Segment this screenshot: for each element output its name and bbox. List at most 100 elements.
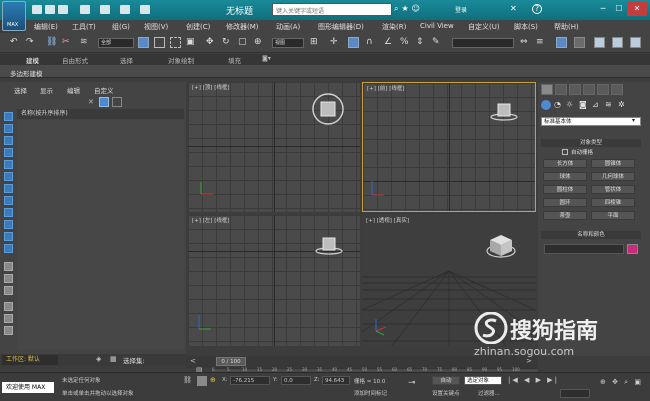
cameras-icon[interactable]: ◙: [579, 100, 587, 109]
reference-coordinate-dropdown[interactable]: 视图: [272, 38, 304, 48]
bind-space-warp-icon[interactable]: ≋: [80, 37, 91, 48]
link-icon[interactable]: ⛓: [46, 37, 57, 48]
search-input[interactable]: 键入关键字或短语: [272, 3, 392, 16]
menu-views[interactable]: 视图(V): [144, 22, 168, 32]
menu-customize[interactable]: 自定义(U): [468, 22, 500, 32]
snaps-toggle-icon[interactable]: ∩: [366, 37, 377, 48]
auto-key-button[interactable]: 自动: [432, 376, 460, 385]
box-button[interactable]: 长方体: [543, 159, 587, 168]
selection-set-icon[interactable]: ▦: [110, 355, 120, 365]
window-crossing-icon[interactable]: ▣: [186, 37, 197, 48]
explorer-object-list[interactable]: [17, 120, 184, 350]
new-file-icon[interactable]: [32, 5, 42, 14]
viewport-navigation-controls[interactable]: ⊕ ✥ ⌕ ▣: [600, 378, 643, 387]
maximize-icon[interactable]: ☐: [611, 2, 627, 16]
viewport-label[interactable]: [+] [左] [线框]: [192, 216, 229, 224]
menu-rendering[interactable]: 渲染(R): [382, 22, 406, 32]
display-none-icon[interactable]: [4, 274, 13, 283]
mirror-icon[interactable]: ⇔: [520, 37, 531, 48]
cylinder-button[interactable]: 圆柱体: [543, 185, 587, 194]
create-panel-tab[interactable]: [541, 84, 553, 95]
exchange-icon[interactable]: ✕: [510, 4, 517, 13]
menu-scripting[interactable]: 脚本(S): [514, 22, 538, 32]
lights-icon[interactable]: ☼: [566, 100, 573, 109]
scale-icon[interactable]: ▢: [238, 37, 249, 48]
primitive-type-dropdown[interactable]: 标准基本体: [541, 117, 641, 126]
ribbon-tab-object-paint[interactable]: 对象绘制: [168, 55, 194, 65]
explorer-tab-select[interactable]: 选择: [14, 85, 27, 95]
filter-hidden-icon[interactable]: [4, 244, 13, 253]
helpers-icon[interactable]: ⊿: [592, 100, 599, 109]
scene-explorer-toggle-icon[interactable]: [556, 37, 567, 48]
favorites-icon[interactable]: ★: [401, 4, 411, 13]
explorer-tab-edit[interactable]: 编辑: [67, 85, 80, 95]
filter-cameras-icon[interactable]: [4, 148, 13, 157]
key-filters-button[interactable]: 过滤器...: [478, 389, 500, 397]
object-type-rollout-header[interactable]: 对象类型: [541, 139, 641, 147]
systems-icon[interactable]: ✲: [618, 100, 625, 109]
undo-toolbar-icon[interactable]: ↶: [10, 37, 21, 48]
percent-snap-icon[interactable]: %: [400, 37, 411, 48]
viewcube-left-icon[interactable]: [314, 233, 344, 257]
time-slider-thumb[interactable]: 0 / 100: [216, 357, 246, 366]
ribbon-options-icon[interactable]: ◙▾: [262, 55, 271, 62]
user-icon[interactable]: ☺: [412, 4, 423, 13]
selection-filter-dropdown[interactable]: 全部: [98, 38, 134, 48]
project-folder-icon[interactable]: [120, 5, 130, 14]
help-button[interactable]: ?: [532, 4, 542, 14]
filter-lights-icon[interactable]: [4, 136, 13, 145]
ribbon-polygon-modeling[interactable]: 多边形建模: [10, 68, 43, 78]
viewport-left[interactable]: [+] [左] [线框]: [188, 215, 360, 346]
menu-edit[interactable]: 编辑(E): [34, 22, 58, 32]
viewcube-perspective-icon[interactable]: [484, 229, 518, 263]
z-coordinate-field[interactable]: 94.643: [322, 376, 350, 385]
open-file-icon[interactable]: [45, 5, 55, 14]
explorer-column-header[interactable]: 名称(按升序排序): [17, 109, 184, 119]
menu-help[interactable]: 帮助(H): [554, 22, 579, 32]
redo-toolbar-icon[interactable]: ↷: [26, 37, 37, 48]
chevron-down-icon[interactable]: ▾: [632, 117, 635, 124]
angle-snap-icon[interactable]: ∠: [384, 37, 395, 48]
hierarchy-panel-tab[interactable]: [569, 84, 581, 95]
save-file-icon[interactable]: [58, 5, 68, 14]
key-icon[interactable]: ⊸: [408, 378, 416, 388]
select-by-name-icon[interactable]: [154, 37, 165, 48]
rendered-frame-window-icon[interactable]: [612, 37, 623, 48]
layer-icon[interactable]: ◈: [96, 355, 106, 365]
pivot-center-icon[interactable]: ⊞: [310, 37, 321, 48]
viewcube-front-icon[interactable]: [489, 99, 519, 123]
name-color-rollout-header[interactable]: 名称和颜色: [541, 231, 641, 239]
selection-lock-icon[interactable]: ⛓: [183, 376, 192, 384]
minimize-icon[interactable]: ─: [595, 2, 611, 16]
filter-bones-icon[interactable]: [4, 208, 13, 217]
filter-geometry-icon[interactable]: [4, 112, 13, 121]
explorer-filter-icon[interactable]: [99, 97, 109, 107]
workspace-dropdown[interactable]: 工作区: 默认: [2, 355, 58, 365]
menu-modifiers[interactable]: 修改器(M): [226, 22, 259, 32]
playback-controls[interactable]: |◀ ◀ ▶ ▶|: [508, 376, 559, 384]
more-icon[interactable]: [140, 5, 150, 14]
pyramid-button[interactable]: 四棱锥: [591, 198, 635, 207]
ribbon-tab-freeform[interactable]: 自由形式: [62, 55, 88, 65]
explorer-hierarchy-icon[interactable]: [112, 97, 122, 107]
set-key-button[interactable]: 设置关键点: [432, 389, 460, 397]
time-slider-prev-icon[interactable]: <: [190, 357, 196, 365]
menu-group[interactable]: 组(G): [112, 22, 130, 32]
align-icon[interactable]: ≡: [536, 37, 547, 48]
select-manipulate-icon[interactable]: ✛: [330, 37, 341, 48]
filter-xrefs-icon[interactable]: [4, 196, 13, 205]
add-time-tag[interactable]: 添加时间标记: [354, 389, 387, 397]
space-warps-icon[interactable]: ≋: [605, 100, 612, 109]
motion-panel-tab[interactable]: [583, 84, 595, 95]
select-object-icon[interactable]: [138, 37, 149, 48]
autogrid-checkbox[interactable]: [562, 149, 568, 155]
absolute-mode-icon[interactable]: ⊕: [210, 376, 216, 384]
ribbon-tab-populate[interactable]: 填充: [228, 55, 241, 65]
rotate-icon[interactable]: ↻: [222, 37, 233, 48]
unlink-icon[interactable]: ✂: [62, 37, 73, 48]
filter-frozen-icon[interactable]: [4, 232, 13, 241]
filter-containers-icon[interactable]: [4, 220, 13, 229]
geometry-icon[interactable]: [541, 100, 551, 110]
render-production-icon[interactable]: [630, 37, 641, 48]
material-editor-icon[interactable]: [574, 37, 585, 48]
